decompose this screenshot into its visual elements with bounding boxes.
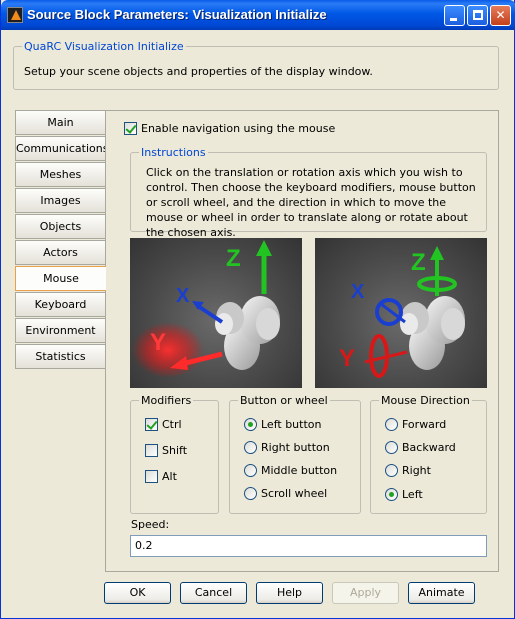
- instructions-title: Instructions: [139, 146, 208, 159]
- window-title: Source Block Parameters: Visualization I…: [27, 7, 327, 22]
- left-button-radio[interactable]: Left button: [244, 417, 321, 431]
- tab-meshes[interactable]: Meshes: [15, 162, 105, 187]
- left-button-label: Left button: [261, 417, 322, 431]
- tab-environment[interactable]: Environment: [15, 318, 105, 343]
- right-direction-radio[interactable]: Right: [385, 463, 431, 477]
- checkbox-box[interactable]: [145, 417, 158, 431]
- enable-navigation-label: Enable navigation using the mouse: [141, 121, 336, 135]
- left-direction-radio[interactable]: Left: [385, 487, 423, 501]
- scroll-wheel-label: Scroll wheel: [261, 486, 328, 500]
- radio-circle[interactable]: [244, 463, 257, 477]
- minimize-button[interactable]: [444, 5, 465, 26]
- tab-statistics[interactable]: Statistics: [15, 344, 105, 369]
- checkbox-box[interactable]: [145, 443, 158, 457]
- tab-actors[interactable]: Actors: [15, 240, 105, 265]
- title-bar[interactable]: Source Block Parameters: Visualization I…: [1, 0, 515, 30]
- cancel-button[interactable]: Cancel: [180, 582, 247, 604]
- x-rotation-ring: [375, 298, 403, 326]
- matlab-logo-icon: [7, 7, 23, 23]
- tab-images[interactable]: Images: [15, 188, 105, 213]
- header-group-title: QuaRC Visualization Initialize: [22, 40, 186, 53]
- radio-circle[interactable]: [244, 486, 257, 500]
- close-button[interactable]: ✕: [490, 5, 511, 26]
- right-direction-label: Right: [402, 463, 431, 477]
- help-button[interactable]: Help: [256, 582, 323, 604]
- robot-shoulder: [215, 313, 233, 335]
- header-group: QuaRC Visualization Initialize Setup you…: [13, 40, 499, 90]
- robot-face: [441, 308, 465, 340]
- forward-radio[interactable]: Forward: [385, 417, 446, 431]
- tab-keyboard[interactable]: Keyboard: [15, 292, 105, 317]
- radio-circle[interactable]: [385, 487, 398, 501]
- speed-input[interactable]: 0.2: [130, 535, 487, 557]
- z-axis-arrowhead: [256, 240, 272, 256]
- x-axis-label: X: [176, 285, 190, 307]
- tab-main[interactable]: Main: [15, 110, 105, 135]
- z-axis-label: Z: [411, 249, 426, 276]
- robot-shoulder: [400, 313, 418, 335]
- radio-circle[interactable]: [385, 417, 398, 431]
- apply-button[interactable]: Apply: [332, 582, 399, 604]
- tab-mouse[interactable]: Mouse: [15, 266, 106, 291]
- animate-button[interactable]: Animate: [408, 582, 475, 604]
- ctrl-checkbox[interactable]: Ctrl: [145, 417, 182, 431]
- checkbox-box[interactable]: [145, 469, 158, 483]
- ctrl-label: Ctrl: [162, 417, 182, 431]
- middle-button-label: Middle button: [261, 463, 338, 477]
- radio-circle[interactable]: [385, 440, 398, 454]
- right-button-radio[interactable]: Right button: [244, 440, 330, 454]
- checkbox-box[interactable]: [124, 121, 137, 135]
- translation-scene-svg: Z X Y: [132, 240, 280, 378]
- alt-label: Alt: [162, 469, 177, 483]
- radio-circle[interactable]: [385, 463, 398, 477]
- mouse-direction-title: Mouse Direction: [379, 394, 472, 407]
- instructions-group: Instructions Click on the translation or…: [130, 146, 487, 239]
- instructions-text: Click on the translation or rotation axi…: [146, 166, 476, 239]
- dialog-window: Source Block Parameters: Visualization I…: [0, 0, 515, 619]
- radio-circle[interactable]: [244, 417, 257, 431]
- middle-button-radio[interactable]: Middle button: [244, 463, 337, 477]
- rotation-scene-svg: Z X Y: [339, 246, 465, 378]
- translation-axes-image[interactable]: Z X Y: [130, 238, 302, 388]
- close-icon: ✕: [495, 8, 506, 22]
- alt-checkbox[interactable]: Alt: [145, 469, 177, 483]
- forward-label: Forward: [402, 417, 447, 431]
- maximize-icon: [473, 10, 483, 20]
- y-axis-label: Y: [150, 329, 166, 356]
- speed-label: Speed:: [131, 518, 170, 531]
- z-axis-arrowhead: [430, 246, 444, 260]
- robot-face: [256, 308, 280, 340]
- ok-button[interactable]: OK: [104, 582, 171, 604]
- backward-label: Backward: [402, 440, 456, 454]
- button-or-wheel-title: Button or wheel: [238, 394, 330, 407]
- z-axis-label: Z: [226, 245, 241, 272]
- y-axis-glow: [132, 322, 204, 378]
- backward-radio[interactable]: Backward: [385, 440, 456, 454]
- enable-navigation-checkbox[interactable]: Enable navigation using the mouse: [124, 121, 335, 135]
- y-axis-label: Y: [339, 345, 355, 372]
- modifiers-title: Modifiers: [139, 394, 194, 407]
- maximize-button[interactable]: [467, 5, 488, 26]
- right-button-label: Right button: [261, 440, 330, 454]
- shift-checkbox[interactable]: Shift: [145, 443, 187, 457]
- scroll-wheel-radio[interactable]: Scroll wheel: [244, 486, 327, 500]
- left-direction-label: Left: [402, 487, 423, 501]
- tab-objects[interactable]: Objects: [15, 214, 105, 239]
- rotation-axes-image[interactable]: Z X Y: [315, 238, 487, 388]
- header-description: Setup your scene objects and properties …: [24, 65, 373, 78]
- tab-communications[interactable]: Communications: [15, 136, 108, 161]
- x-axis-label: X: [351, 281, 365, 303]
- shift-label: Shift: [162, 443, 188, 457]
- minimize-icon: [450, 18, 457, 21]
- radio-circle[interactable]: [244, 440, 257, 454]
